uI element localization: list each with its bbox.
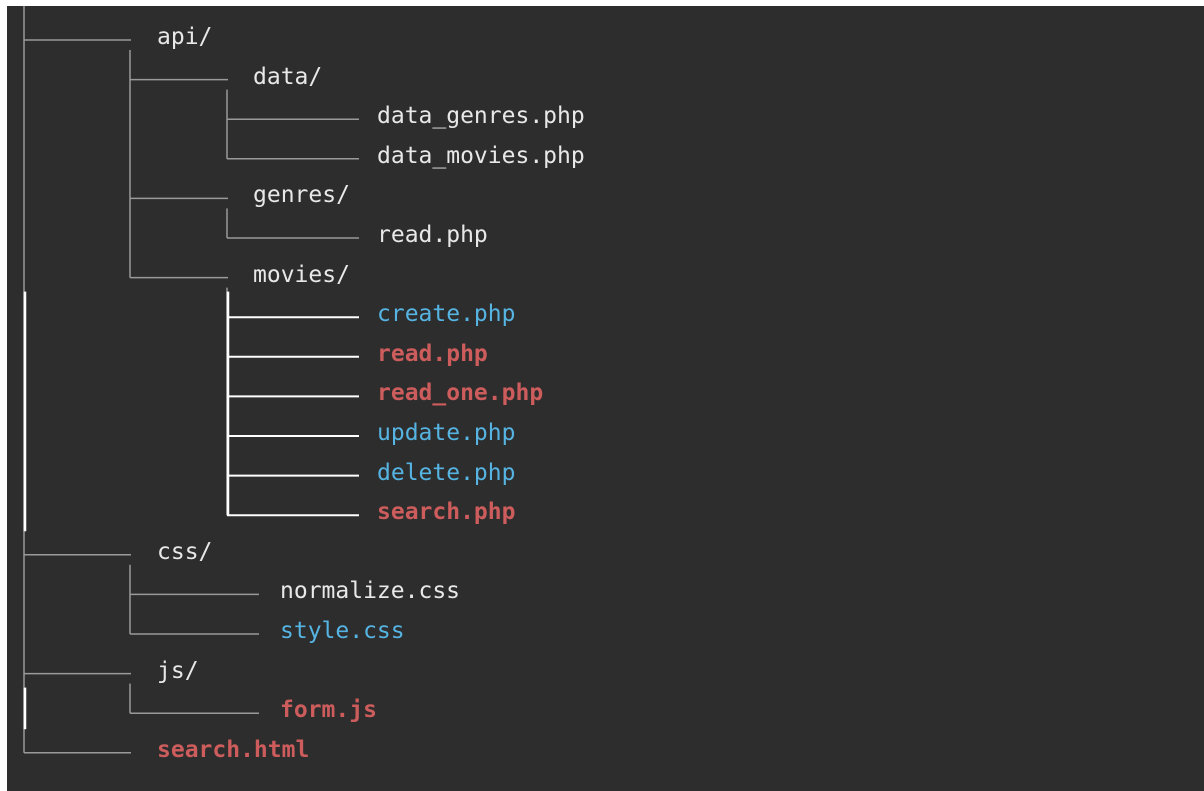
folder-label: genres/ [253,182,350,209]
file-label: delete.php [377,459,516,486]
file-label: update.php [377,420,516,446]
file-label: normalize.css [280,578,461,605]
folder-label: css/ [157,538,213,565]
file-label: data_movies.php [377,142,585,169]
file-label: style.css [280,618,405,644]
file-label: form.js [280,697,377,724]
folder-label: movies/ [253,261,350,288]
file-label: data_genres.php [377,103,585,130]
file-label: create.php [377,301,516,328]
file-tree-panel: api/data/data_genres.php data_movies.phpg… [7,6,1204,791]
folder-label: data/ [253,63,323,90]
folder-label: api/ [157,24,213,50]
file-label: search.php [377,499,516,526]
file-label: read_one.php [377,380,544,407]
file-label: search.html [157,736,310,763]
file-label: read.php [377,222,488,248]
folder-label: js/ [157,657,199,684]
file-label: read.php [377,340,488,367]
